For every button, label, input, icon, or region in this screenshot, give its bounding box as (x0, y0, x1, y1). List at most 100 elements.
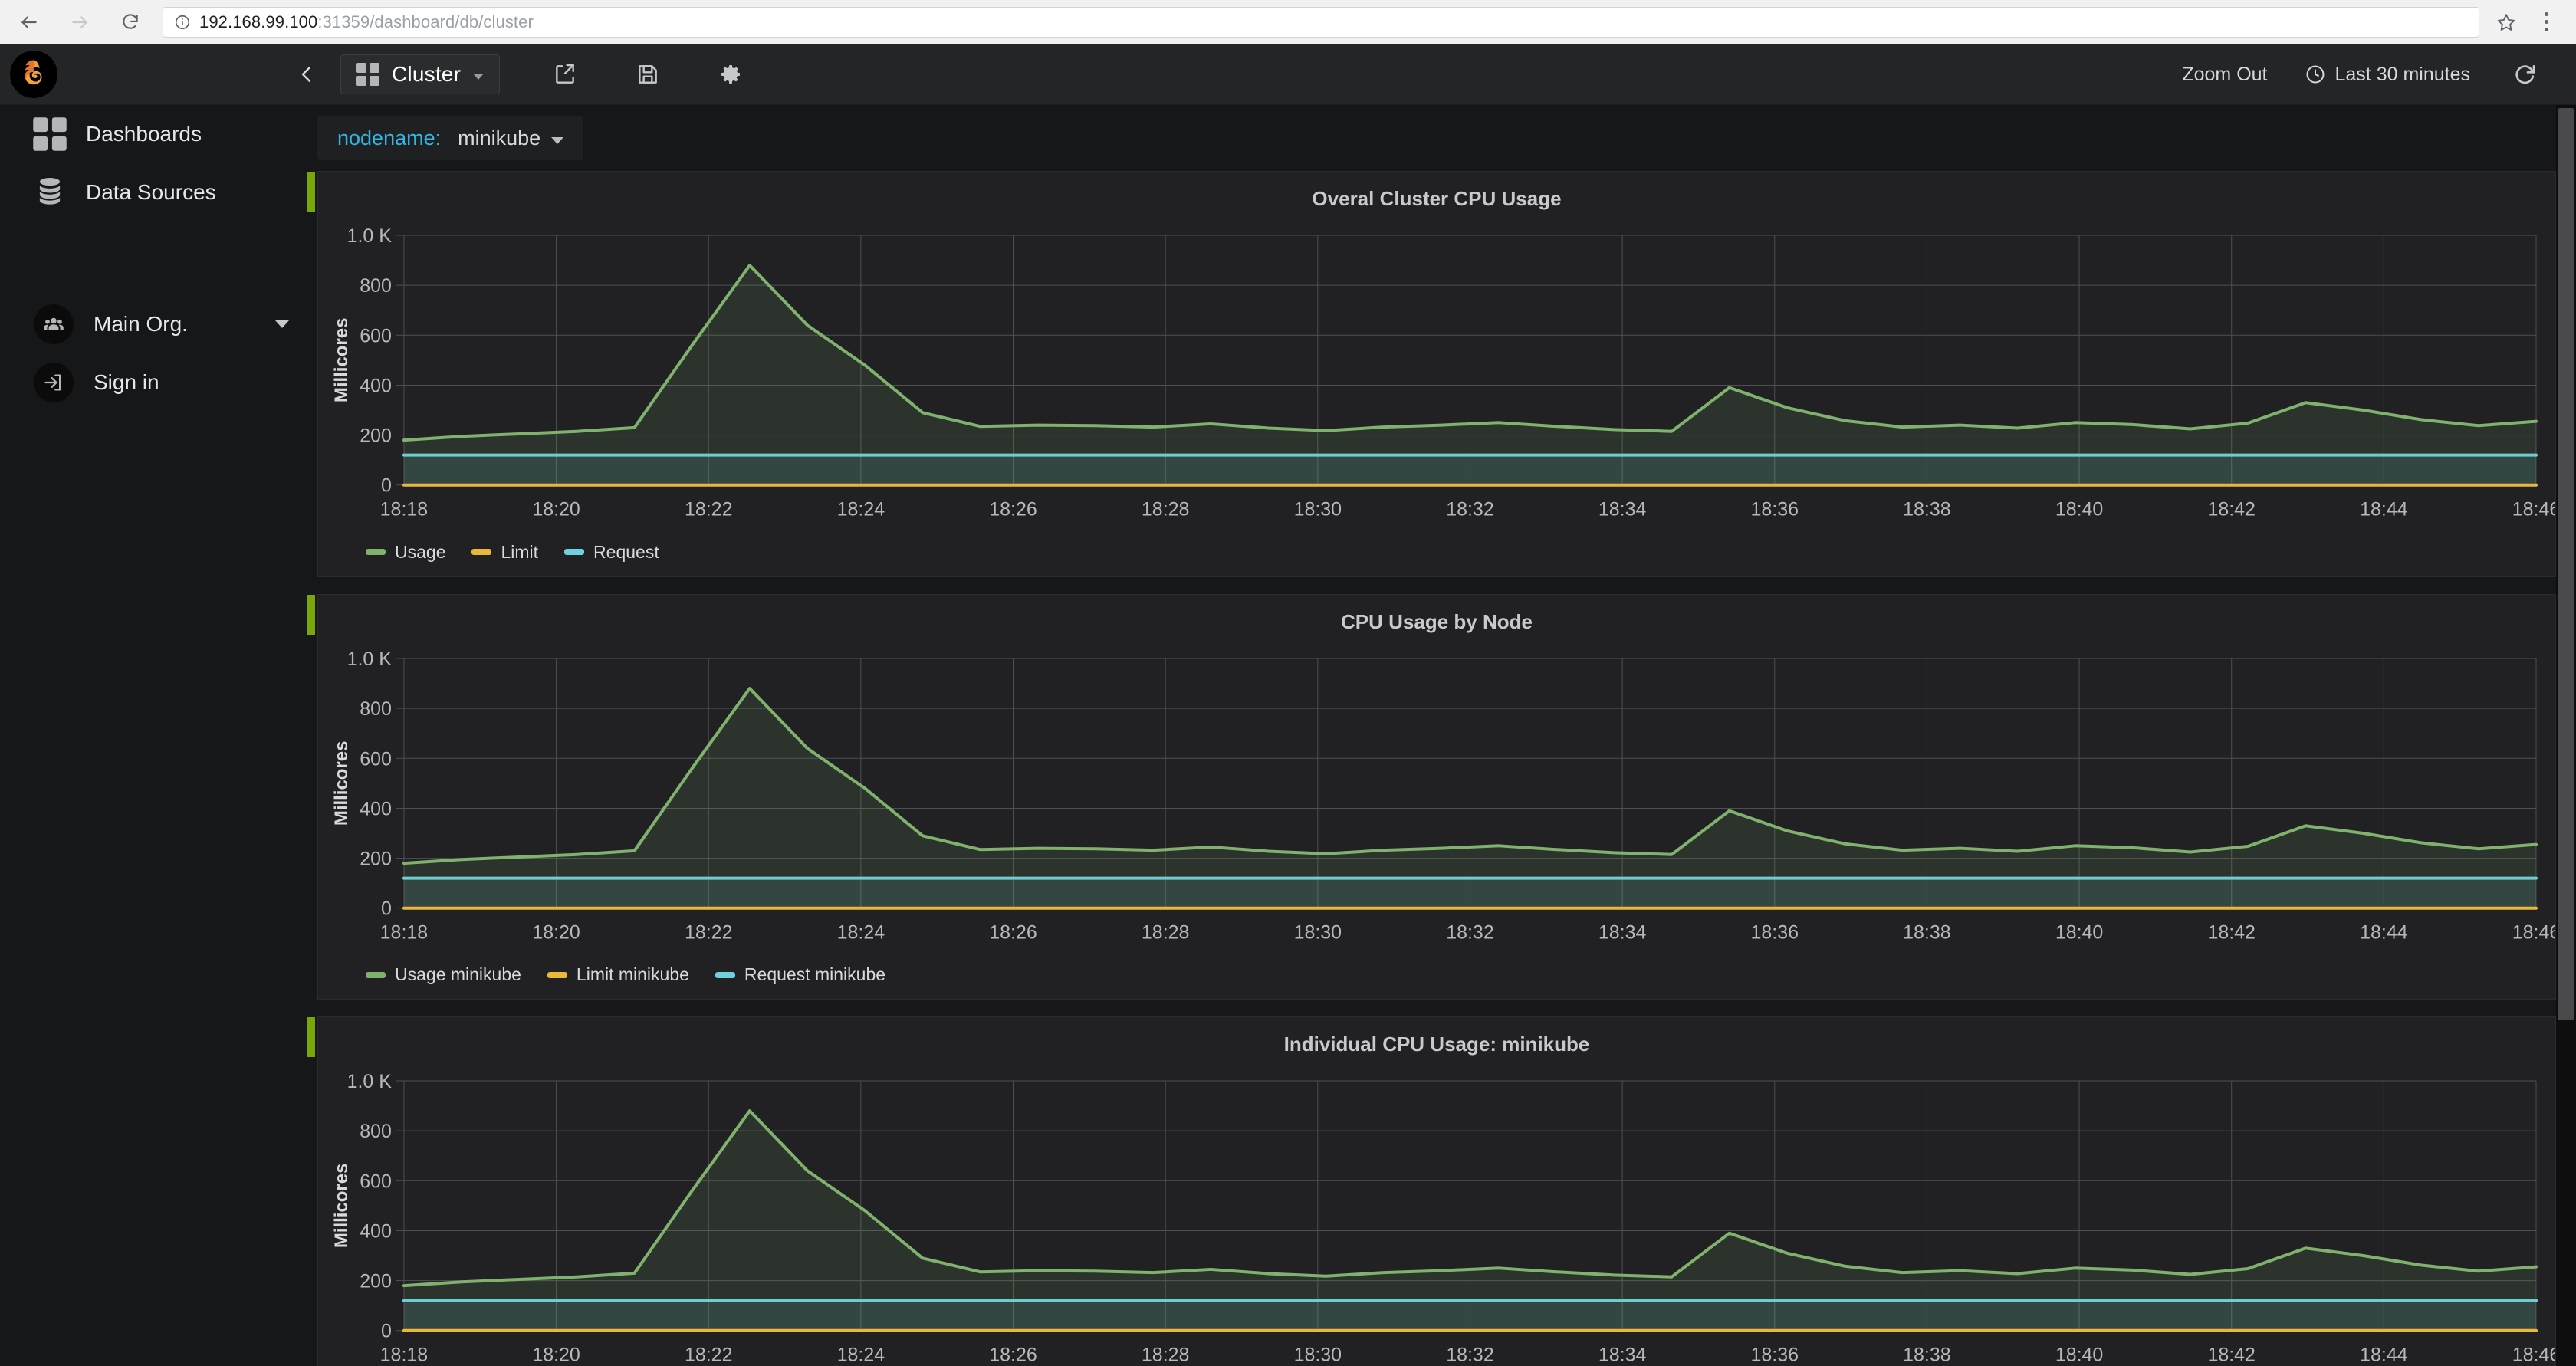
dashboard-picker[interactable]: Cluster (340, 54, 501, 94)
sidebar-item-signin[interactable]: Sign in (0, 353, 307, 412)
svg-text:18:46: 18:46 (2512, 921, 2555, 943)
panel-title[interactable]: Individual CPU Usage: minikube (318, 1017, 2555, 1061)
grafana-logo[interactable] (0, 44, 67, 105)
back-arrow-icon[interactable] (14, 7, 44, 38)
graph-panel: CPU Usage by Node 0 200 400 600 800 1.0 K 18:18… (307, 593, 2556, 1000)
chevron-down-icon (551, 137, 564, 144)
back-chevron-icon[interactable] (290, 63, 324, 86)
svg-text:200: 200 (360, 1271, 392, 1292)
svg-text:400: 400 (360, 1221, 392, 1243)
dashboard-toolbar (547, 57, 748, 92)
panel-title[interactable]: Overal Cluster CPU Usage (318, 172, 2555, 215)
chevron-down-icon (274, 320, 289, 328)
legend-label: Limit minikube (576, 964, 689, 985)
page-scrollbar[interactable] (2556, 105, 2576, 1366)
svg-text:18:32: 18:32 (1446, 499, 1493, 520)
scrollbar-thumb[interactable] (2558, 108, 2574, 1020)
plot-area[interactable]: 0 200 400 600 800 1.0 K 18:18 18:20 18:22 18:24 18… (318, 1061, 2555, 1366)
legend-item[interactable]: Limit (472, 542, 538, 563)
svg-text:18:38: 18:38 (1903, 921, 1950, 943)
time-range-picker[interactable]: Last 30 minutes (2305, 63, 2471, 86)
svg-text:1.0 K: 1.0 K (347, 1071, 393, 1092)
svg-text:18:40: 18:40 (2055, 921, 2103, 943)
legend-color-swatch (366, 971, 386, 978)
legend-color-swatch (366, 549, 386, 556)
variable-nodename[interactable]: nodename: minikube (317, 116, 584, 160)
top-navbar: Cluster Zoom Out Last 30 minutes (0, 44, 2576, 105)
template-variables-bar: nodename: minikube (307, 105, 2556, 171)
svg-text:18:26: 18:26 (989, 921, 1037, 943)
svg-text:200: 200 (360, 425, 392, 447)
svg-text:18:22: 18:22 (685, 499, 732, 520)
browser-chrome: 192.168.99.100:31359/dashboard/db/cluste… (0, 0, 2576, 44)
browser-chrome-right (2490, 6, 2562, 38)
svg-text:18:26: 18:26 (989, 499, 1037, 520)
grafana-logo-mark (25, 60, 42, 85)
legend-label: Limit (501, 541, 539, 562)
svg-text:18:30: 18:30 (1294, 921, 1342, 943)
svg-text:1.0 K: 1.0 K (347, 649, 393, 670)
zoom-out-button[interactable]: Zoom Out (2182, 64, 2267, 86)
plot-area[interactable]: 0 200 400 600 800 1.0 K 18:18 18:20 18:22 18:24 18… (318, 215, 2555, 537)
svg-text:18:42: 18:42 (2207, 1345, 2255, 1366)
svg-text:18:30: 18:30 (1294, 499, 1342, 520)
svg-text:Millicores: Millicores (331, 1164, 352, 1249)
svg-text:18:34: 18:34 (1598, 1345, 1647, 1366)
svg-text:18:32: 18:32 (1446, 1345, 1493, 1366)
panel-title[interactable]: CPU Usage by Node (318, 595, 2555, 639)
svg-text:600: 600 (360, 1171, 392, 1193)
panel-accent-bar (307, 594, 315, 635)
svg-text:18:22: 18:22 (685, 921, 732, 943)
svg-text:600: 600 (360, 325, 392, 346)
svg-text:18:20: 18:20 (532, 499, 580, 520)
svg-text:18:36: 18:36 (1751, 499, 1799, 520)
legend-item[interactable]: Request minikube (715, 964, 886, 985)
dashboard-content: nodename: minikube Overal Cluster CPU Us… (307, 105, 2556, 1366)
variable-nodename-label: nodename: (337, 126, 442, 149)
svg-text:18:40: 18:40 (2055, 499, 2103, 520)
svg-text:18:18: 18:18 (380, 921, 428, 943)
legend-label: Request minikube (744, 964, 886, 985)
save-floppy-icon[interactable] (630, 57, 665, 92)
svg-text:18:36: 18:36 (1751, 1345, 1799, 1366)
grafana-app: Cluster Zoom Out Last 30 minutes Dashboa… (0, 44, 2576, 1366)
chart-legend: Usage Limit Request (318, 537, 2555, 576)
reload-icon[interactable] (115, 7, 146, 38)
graph-panel: Overal Cluster CPU Usage 0 200 400 600 800 1.0… (307, 171, 2556, 577)
sidebar-item-dashboards[interactable]: Dashboards (0, 105, 307, 163)
clock-icon (2306, 65, 2324, 84)
svg-text:18:30: 18:30 (1294, 1345, 1342, 1366)
svg-text:18:28: 18:28 (1142, 499, 1189, 520)
svg-text:18:24: 18:24 (837, 1345, 886, 1366)
plot-area[interactable]: 0 200 400 600 800 1.0 K 18:18 18:20 18:22 18:24 18… (318, 639, 2555, 960)
svg-text:400: 400 (360, 375, 392, 396)
address-bar[interactable]: 192.168.99.100:31359/dashboard/db/cluste… (163, 6, 2479, 38)
browser-nav-buttons (14, 7, 146, 38)
svg-text:400: 400 (360, 798, 392, 819)
bookmark-star-icon[interactable] (2490, 6, 2522, 38)
legend-item[interactable]: Limit minikube (547, 964, 689, 985)
svg-text:18:18: 18:18 (380, 1345, 428, 1366)
legend-label: Request (593, 541, 659, 562)
legend-item[interactable]: Usage (366, 542, 445, 563)
svg-text:18:38: 18:38 (1903, 1345, 1950, 1366)
sidebar-item-data-sources[interactable]: Data Sources (0, 163, 307, 222)
three-dot-menu-icon[interactable] (2530, 6, 2562, 38)
legend-label: Usage (395, 541, 446, 562)
sidebar-org-label: Main Org. (94, 312, 188, 336)
legend-label: Usage minikube (395, 964, 521, 985)
legend-item[interactable]: Request (564, 542, 659, 563)
svg-text:1.0 K: 1.0 K (347, 225, 393, 247)
share-icon[interactable] (547, 57, 583, 92)
time-range-label: Last 30 minutes (2334, 63, 2471, 85)
svg-text:200: 200 (360, 848, 392, 869)
forward-arrow-icon[interactable] (64, 7, 95, 38)
sidebar-item-org[interactable]: Main Org. (0, 295, 307, 353)
svg-text:800: 800 (360, 275, 392, 297)
refresh-icon[interactable] (2507, 57, 2542, 92)
gear-icon[interactable] (713, 57, 748, 92)
svg-text:0: 0 (381, 898, 392, 919)
legend-item[interactable]: Usage minikube (366, 964, 521, 985)
url-path: :31359/dashboard/db/cluster (317, 11, 534, 31)
chart-legend: Usage minikube Limit minikube Request mini… (318, 960, 2555, 999)
